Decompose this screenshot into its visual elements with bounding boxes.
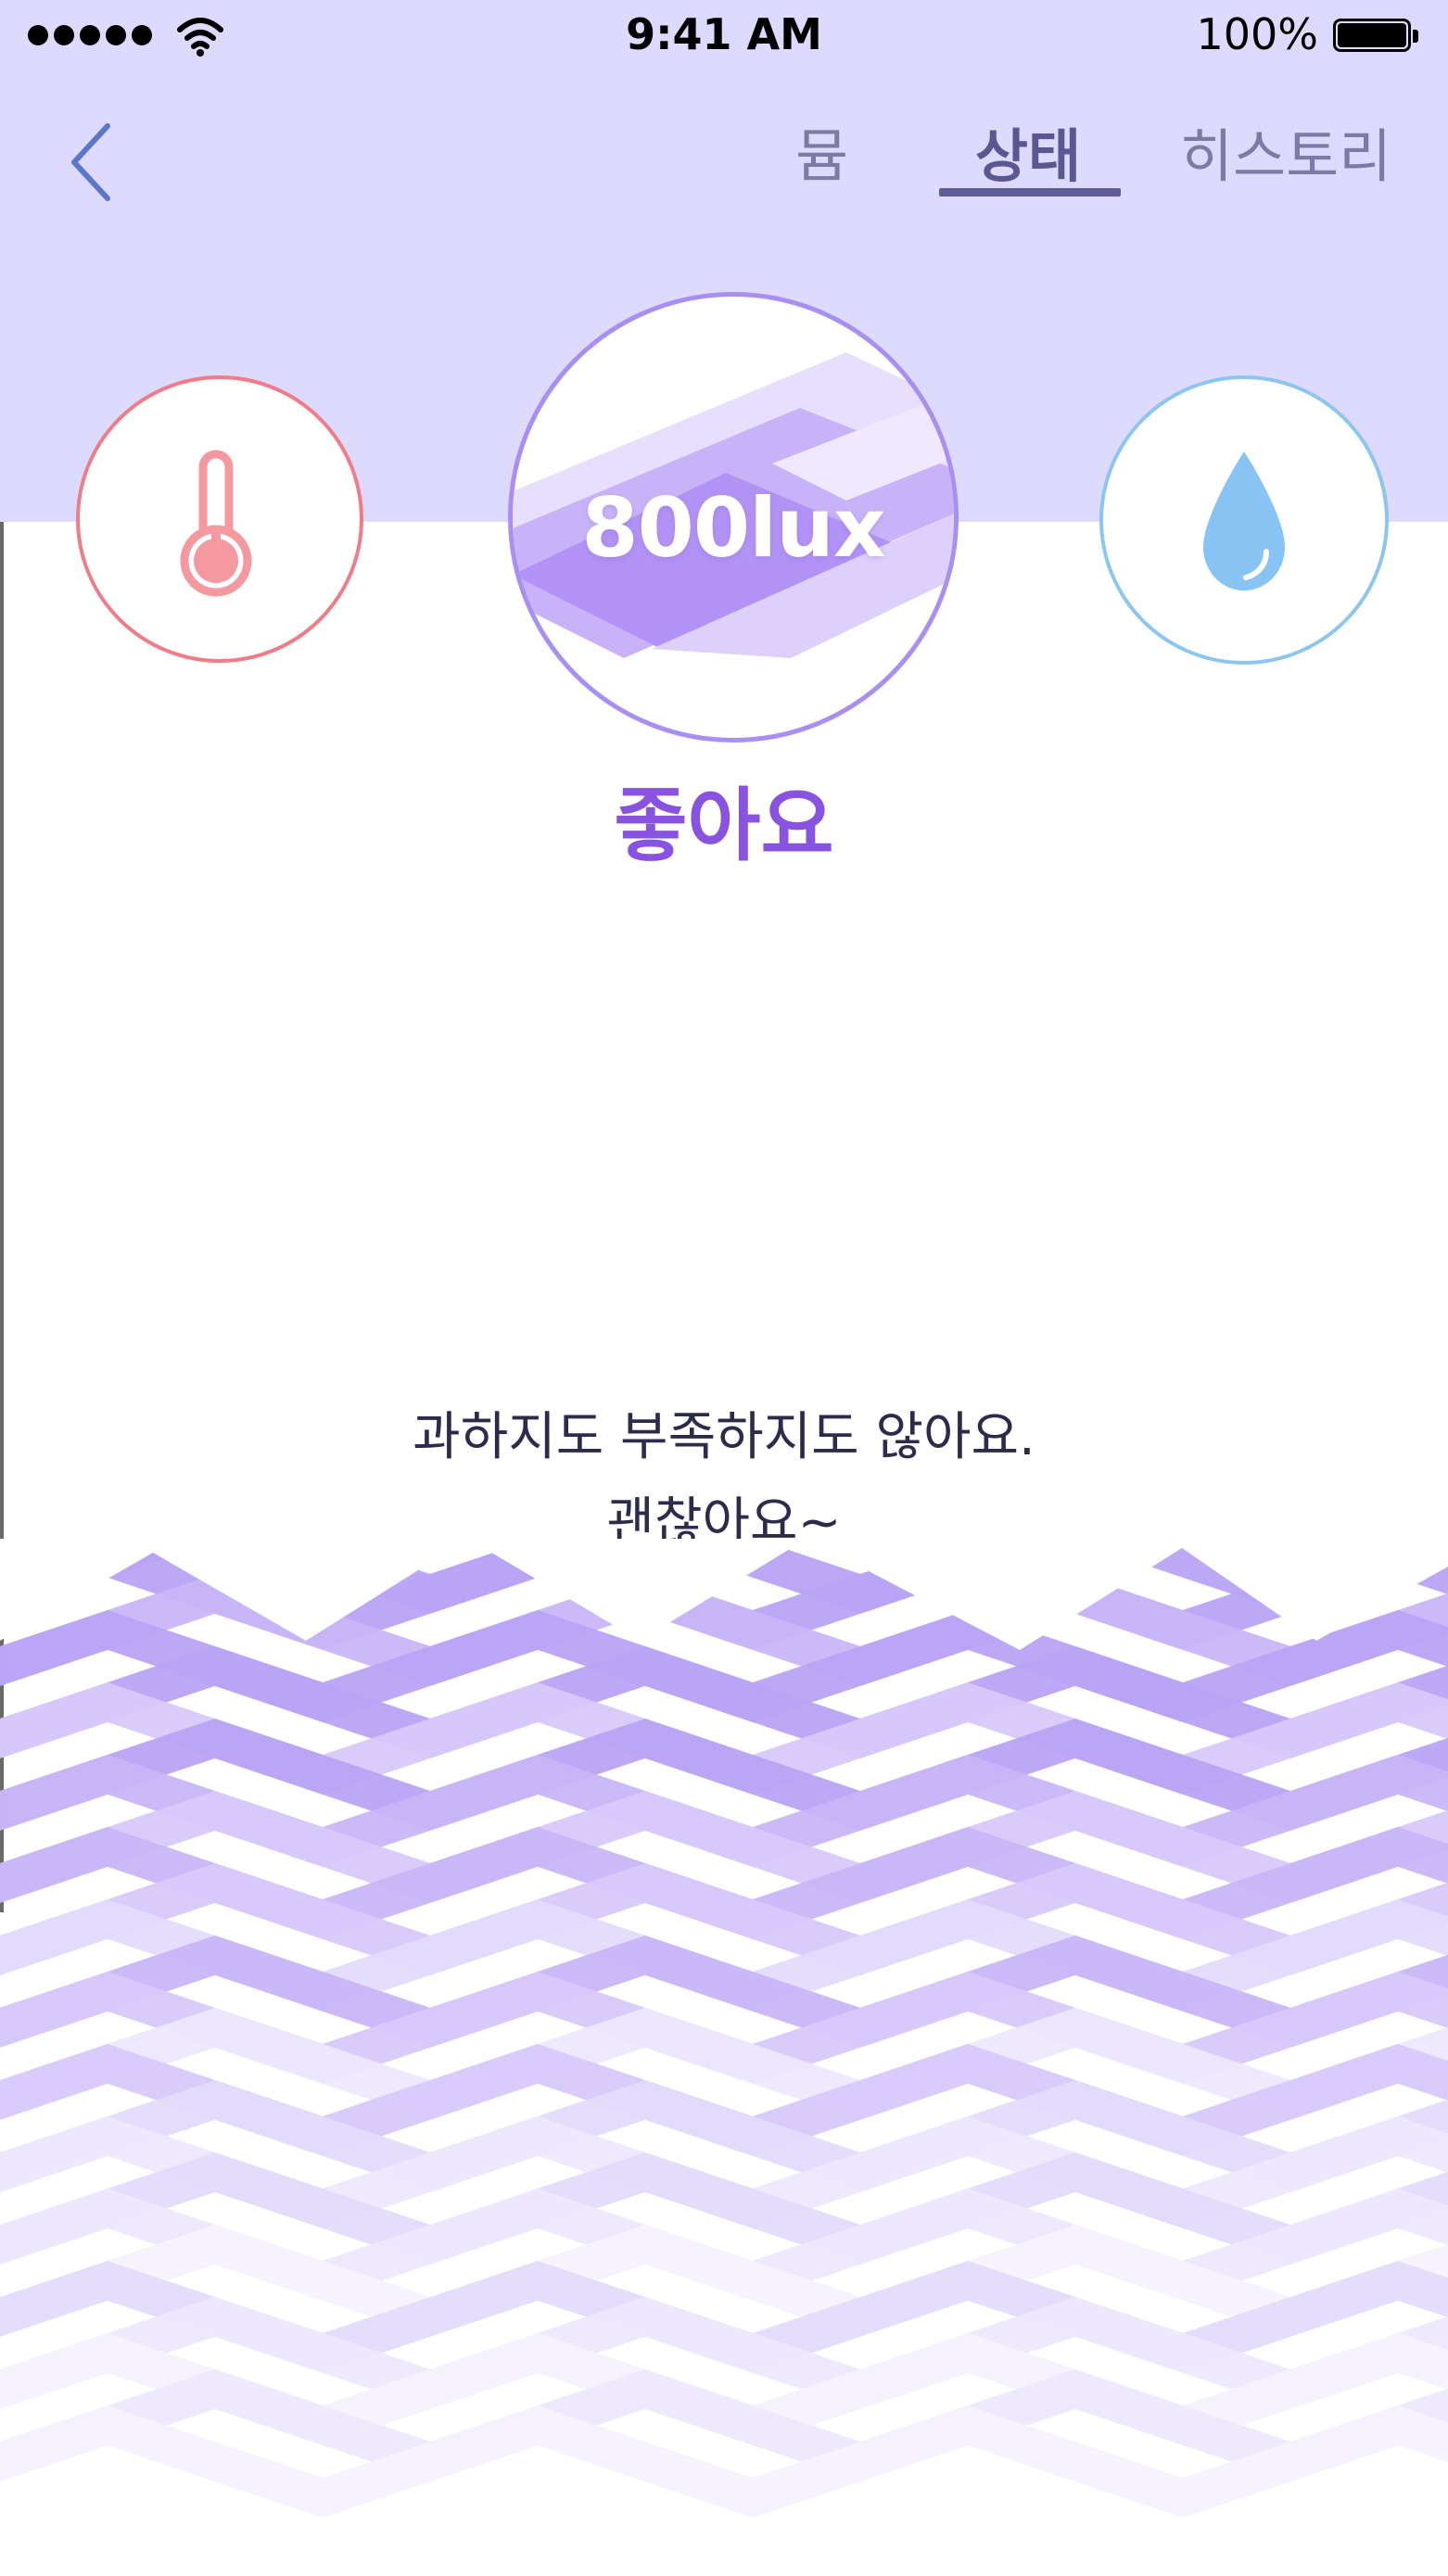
tab-room[interactable]: 뮴 (795, 109, 848, 193)
water-drop-icon (1203, 451, 1285, 590)
active-tab-indicator (939, 188, 1121, 197)
status-label: 좋아요 (614, 780, 834, 872)
decorative-pattern-background (0, 1539, 1448, 2518)
battery-percentage: 100% (1196, 9, 1318, 59)
status-bar: 9:41 AM 100% (0, 0, 1448, 74)
status-description-line1: 과하지도 부족하지도 않아요. (413, 1407, 1035, 1467)
temperature-sensor-button[interactable] (76, 375, 363, 663)
light-sensor-display[interactable]: 800lux (508, 292, 959, 742)
battery-icon (1333, 19, 1420, 56)
lux-value: 800lux (581, 480, 885, 576)
humidity-sensor-button[interactable] (1099, 375, 1389, 665)
thermometer-icon (180, 450, 252, 597)
tab-history[interactable]: 히스토리 (1180, 109, 1391, 193)
tab-status[interactable]: 상태 (975, 109, 1081, 193)
back-chevron-icon[interactable] (56, 111, 139, 213)
